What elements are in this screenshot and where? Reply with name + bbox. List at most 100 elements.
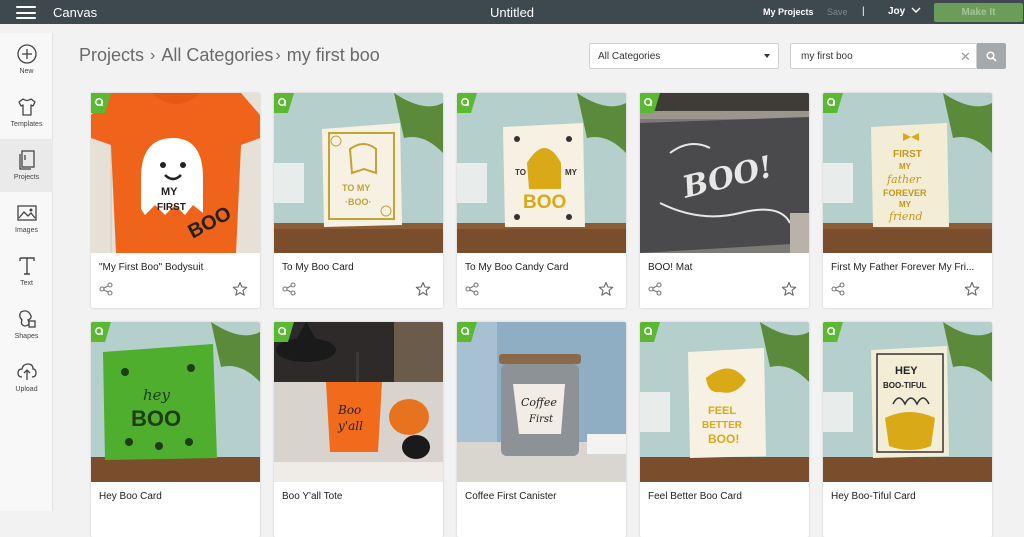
category-select[interactable]: All Categories [589,43,779,69]
sidebar-item-projects[interactable]: Projects [0,139,53,192]
project-title: Coffee First Canister [465,491,557,502]
svg-text:father: father [886,173,922,186]
project-image-feel-better-card: FEEL BETTER BOO! [640,322,809,482]
project-card[interactable]: Coffee First Coffee First Canister [457,322,626,537]
project-card[interactable]: HEY BOO-TIFUL Hey Boo-Tiful Card [823,322,992,537]
project-card[interactable]: TO MY ·BOO· To My Boo Card [274,93,443,308]
svg-text:TO MY: TO MY [342,183,370,193]
svg-text:hey: hey [143,386,171,404]
chevron-right-icon: › [150,46,156,64]
save-button[interactable]: Save [827,7,848,17]
my-projects-link[interactable]: My Projects [763,7,814,17]
project-image-hey-boo-card: hey BOO [91,322,260,482]
document-title-wrap: Untitled [0,5,1024,20]
sidebar-label-upload: Upload [15,386,38,393]
project-card[interactable]: FEEL BETTER BOO! Feel Better Boo Card [640,322,809,537]
project-image-father-friend-card: FIRST MY father FOREVER MY friend [823,93,992,253]
project-card[interactable]: BOO! BOO! Mat [640,93,809,308]
project-image-boo-yall-tote: Boo y'all [274,322,443,482]
document-title[interactable]: Untitled [490,5,534,20]
user-name[interactable]: Joy [888,6,905,17]
project-title: "My First Boo" Bodysuit [99,262,204,273]
share-icon[interactable] [99,282,113,296]
project-title: To My Boo Candy Card [465,262,569,273]
access-badge-icon [274,322,294,342]
access-badge-icon [91,322,111,342]
divider: | [862,6,865,17]
share-icon[interactable] [465,282,479,296]
sidebar-label-new: New [19,68,34,75]
star-icon[interactable] [964,281,980,297]
svg-text:y'all: y'all [337,419,363,433]
svg-text:FIRST: FIRST [893,149,922,160]
project-title: First My Father Forever My Fri... [831,262,975,273]
project-card[interactable]: hey BOO Hey Boo Card [91,322,260,537]
star-icon[interactable] [232,281,248,297]
svg-text:MY: MY [899,162,912,171]
chevron-down-icon[interactable] [911,7,921,14]
make-it-button[interactable]: Make It [934,3,1023,22]
svg-text:·BOO·: ·BOO· [345,197,372,207]
access-badge-icon [823,322,843,342]
project-card[interactable]: MY FIRST BOO "My First Boo" Bodysuit [91,93,260,308]
svg-text:friend: friend [888,210,922,223]
sidebar-item-upload[interactable]: Upload [0,351,53,404]
svg-text:BOO: BOO [131,406,181,431]
sidebar-item-text[interactable]: Text [0,245,53,298]
search-input[interactable] [790,43,977,69]
breadcrumb-categories[interactable]: All Categories [161,45,273,66]
sidebar-label-images: Images [15,227,38,234]
clear-icon[interactable]: ✕ [960,49,971,65]
sidebar-label-projects: Projects [13,174,40,181]
search-button[interactable] [977,43,1006,69]
star-icon[interactable] [415,281,431,297]
access-badge-icon [640,93,660,113]
share-icon[interactable] [282,282,296,296]
shapes-icon [18,310,36,328]
svg-text:MY: MY [899,200,912,209]
text-icon [18,257,35,275]
svg-text:MY: MY [161,186,178,198]
access-badge-icon [640,322,660,342]
search-icon [986,50,997,62]
tshirt-icon [17,98,36,116]
app-name: Canvas [53,5,98,20]
breadcrumb-projects[interactable]: Projects [79,45,144,66]
project-image-coffee-canister: Coffee First [457,322,626,482]
svg-text:BOO!: BOO! [708,432,739,446]
project-image-to-my-boo-card: TO MY ·BOO· [274,93,443,253]
project-card[interactable]: Boo y'all Boo Y'all Tote [274,322,443,537]
svg-text:FEEL: FEEL [708,405,736,417]
sidebar-label-templates: Templates [10,121,43,128]
breadcrumb: Projects › All Categories › my first boo [79,45,380,66]
project-image-hey-boo-tiful-card: HEY BOO-TIFUL [823,322,992,482]
sidebar-item-templates[interactable]: Templates [0,86,53,139]
project-title: Boo Y'all Tote [282,491,343,502]
project-image-bodysuit: MY FIRST BOO [91,93,260,253]
svg-text:HEY: HEY [895,365,918,377]
access-badge-icon [274,93,294,113]
share-icon[interactable] [648,282,662,296]
star-icon[interactable] [781,281,797,297]
project-title: Hey Boo Card [99,491,162,502]
star-icon[interactable] [598,281,614,297]
access-badge-icon [457,322,477,342]
menu-icon[interactable] [16,6,36,19]
svg-text:Coffee: Coffee [521,396,557,409]
project-title: BOO! Mat [648,262,693,273]
svg-text:BOO: BOO [523,192,566,213]
project-card[interactable]: TO MY BOO To My Boo Candy Card [457,93,626,308]
share-icon[interactable] [831,282,845,296]
project-card[interactable]: FIRST MY father FOREVER MY friend First … [823,93,992,308]
project-image-boo-mat: BOO! [640,93,809,253]
access-badge-icon [823,93,843,113]
sidebar-item-shapes[interactable]: Shapes [0,298,53,351]
sidebar-item-images[interactable]: Images [0,192,53,245]
upload-icon [16,363,37,380]
svg-text:Boo: Boo [337,403,361,417]
category-select-value: All Categories [598,50,661,62]
sidebar-item-new[interactable]: New [0,33,53,86]
projects-icon [18,150,35,170]
project-title: To My Boo Card [282,262,354,273]
project-image-candy-card: TO MY BOO [457,93,626,253]
